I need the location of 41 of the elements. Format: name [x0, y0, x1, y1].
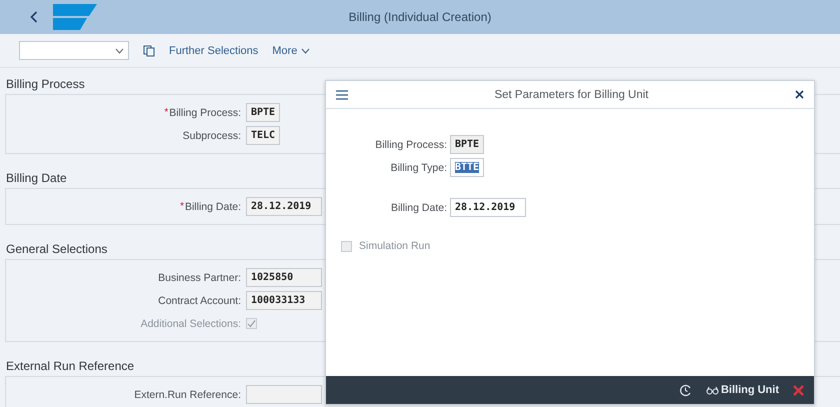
field-label: Extern.Run Reference:	[134, 388, 241, 400]
logo	[53, 4, 97, 30]
field-label: Billing Process:	[169, 106, 241, 118]
field-label: Billing Type:	[390, 162, 447, 174]
dialog-title: Set Parameters for Billing Unit	[494, 88, 649, 100]
glasses-icon	[706, 386, 719, 394]
input-field[interactable]	[246, 385, 322, 404]
chevron-down-icon	[301, 48, 310, 54]
menu-icon[interactable]	[336, 90, 348, 100]
more-menu-button[interactable]: More	[272, 44, 310, 56]
copy-icon[interactable]	[143, 44, 155, 56]
input-field[interactable]: 28.12.2019	[450, 198, 526, 217]
field-label: Additional Selections:	[140, 318, 241, 330]
input-field[interactable]: BTTE	[450, 158, 484, 177]
field-label: Billing Date:	[390, 202, 447, 214]
input-field[interactable]: 1025850	[246, 268, 322, 287]
section-title: External Run Reference	[6, 359, 134, 373]
field-label: Business Partner:	[158, 272, 241, 284]
chevron-down-icon	[115, 48, 124, 54]
field-label: Contract Account:	[158, 294, 241, 306]
section-title: Billing Process	[6, 77, 85, 91]
required-asterisk: *	[180, 200, 184, 212]
input-field[interactable]: 28.12.2019	[246, 197, 322, 216]
field-label: Billing Date:	[184, 200, 241, 212]
input-field[interactable]: BPTE	[450, 135, 484, 154]
input-field[interactable]: BPTE	[246, 103, 280, 122]
cancel-icon[interactable]	[793, 384, 804, 396]
field-label: Billing Process:	[375, 138, 447, 150]
field-label: Subprocess:	[182, 130, 241, 142]
checkbox-label: Simulation Run	[359, 240, 430, 252]
window-title: Billing (Individual Creation)	[348, 10, 492, 24]
billing-unit-button[interactable]: Billing Unit	[706, 384, 779, 396]
required-asterisk: *	[164, 106, 168, 118]
close-icon[interactable]	[794, 90, 804, 99]
section-title: General Selections	[6, 242, 108, 256]
input-field[interactable]: TELC	[246, 126, 280, 145]
toolbar-button[interactable]: Further Selections	[169, 44, 258, 56]
clock-check-icon[interactable]	[678, 384, 692, 396]
input-field[interactable]: 100033133	[246, 291, 322, 310]
back-icon[interactable]	[30, 11, 38, 23]
section-title: Billing Date	[6, 171, 67, 185]
